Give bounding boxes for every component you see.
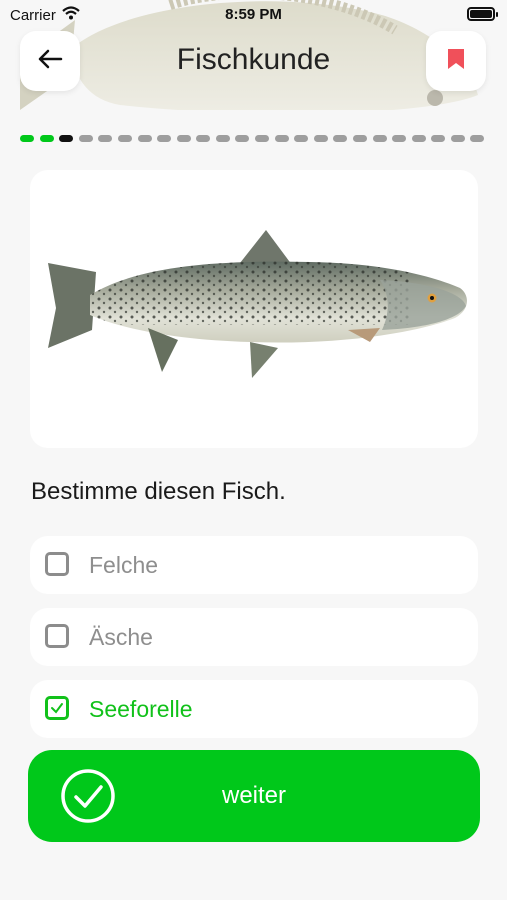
progress-dot (235, 135, 250, 142)
battery-icon (467, 7, 498, 21)
progress-dot (294, 135, 309, 142)
progress-dot (431, 135, 446, 142)
bookmark-icon (446, 47, 466, 76)
progress-dot (117, 135, 132, 142)
progress-dot (450, 135, 465, 142)
answer-option-label: Äsche (89, 624, 153, 650)
progress-dot (98, 135, 113, 142)
progress-indicator (20, 135, 490, 143)
progress-dot (176, 135, 191, 142)
progress-dot (392, 135, 407, 142)
progress-dot (137, 135, 152, 142)
bookmark-button[interactable] (426, 31, 486, 91)
progress-dot (59, 135, 74, 142)
progress-dot (372, 135, 387, 142)
checkbox[interactable] (45, 624, 69, 648)
progress-dot (411, 135, 426, 142)
progress-dot (274, 135, 289, 142)
next-button-label: weiter (221, 782, 287, 809)
progress-dot (255, 135, 269, 142)
progress-dot (333, 135, 348, 142)
status-bar: Carrier 8:59 PM (0, 0, 507, 30)
answer-option-label: Felche (89, 552, 159, 578)
answer-option-felche[interactable]: Felche (30, 536, 478, 594)
progress-dot (196, 135, 211, 142)
progress-dot (78, 135, 93, 142)
progress-dot (20, 135, 34, 142)
checkbox[interactable] (45, 552, 69, 576)
answer-option-label: Seeforelle (89, 696, 193, 722)
checkmark-icon (51, 703, 63, 714)
next-button[interactable]: weiter (28, 750, 480, 842)
answer-option-seeforelle[interactable]: Seeforelle (30, 680, 478, 738)
question-text: Bestimme diesen Fisch. (31, 478, 286, 505)
progress-dot (470, 135, 485, 142)
progress-dot (352, 135, 367, 142)
answer-option-aesche[interactable]: Äsche (30, 608, 478, 666)
header: Fischkunde (0, 30, 507, 94)
progress-dot (157, 135, 172, 142)
checkbox-checked[interactable] (45, 696, 69, 720)
progress-dot (39, 135, 54, 142)
fish-illustration (48, 230, 467, 378)
clock: 8:59 PM (225, 6, 282, 23)
progress-dot (313, 135, 328, 142)
progress-dot (215, 135, 230, 142)
fish-image-card (30, 170, 478, 448)
